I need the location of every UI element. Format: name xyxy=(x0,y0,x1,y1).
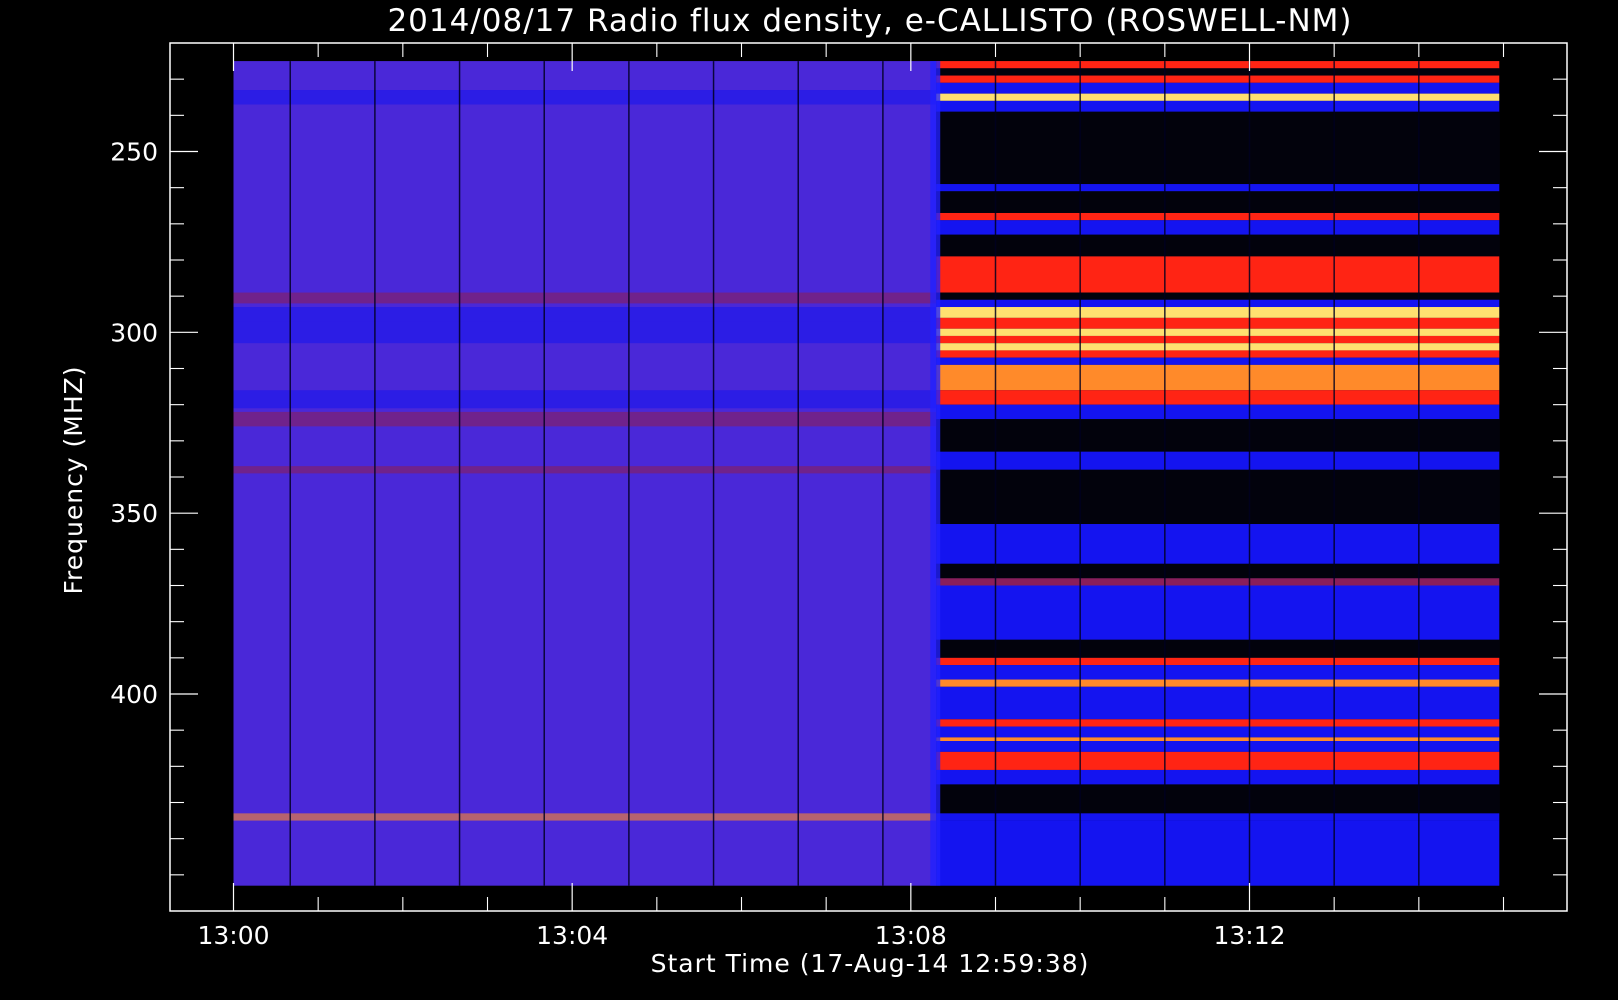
y-tick-label: 300 xyxy=(110,318,158,347)
burst-band xyxy=(936,82,1500,94)
quiet-band xyxy=(233,307,937,322)
y-tick-label: 350 xyxy=(110,499,158,528)
burst-band xyxy=(936,741,1500,752)
burst-band xyxy=(936,769,1500,785)
burst-band xyxy=(936,751,1500,770)
burst-band xyxy=(936,212,1500,221)
burst-band xyxy=(936,585,1500,640)
burst-band xyxy=(936,111,1500,185)
quiet-band xyxy=(233,390,937,409)
burst-band xyxy=(936,726,1500,738)
burst-band xyxy=(936,364,1500,391)
burst-band xyxy=(936,357,1500,365)
quiet-band xyxy=(233,321,937,344)
y-axis-label: Frequency (MHZ) xyxy=(59,365,88,594)
y-tick-label: 400 xyxy=(110,680,158,709)
x-tick-label: 13:08 xyxy=(875,921,947,950)
quiet-band xyxy=(233,292,937,304)
burst-band xyxy=(936,679,1500,687)
x-tick-label: 13:04 xyxy=(536,921,608,950)
burst-band xyxy=(936,737,1500,742)
burst-band xyxy=(936,307,1500,318)
quiet-band xyxy=(233,813,937,821)
burst-band xyxy=(936,578,1500,586)
burst-band xyxy=(936,100,1500,112)
burst-band xyxy=(936,335,1500,344)
x-tick-label: 13:12 xyxy=(1213,921,1285,950)
x-axis-label: Start Time (17-Aug-14 12:59:38) xyxy=(651,949,1090,978)
y-tick-label: 250 xyxy=(110,138,158,167)
quiet-band xyxy=(233,90,937,105)
burst-band xyxy=(936,390,1500,405)
burst-band xyxy=(936,234,1500,257)
burst-band xyxy=(936,343,1500,351)
burst-band xyxy=(936,784,1500,814)
burst-band xyxy=(936,813,1500,821)
burst-band xyxy=(936,419,1500,452)
burst-band xyxy=(936,299,1500,308)
quiet-band xyxy=(233,466,937,474)
burst-band xyxy=(936,657,1500,666)
burst-band xyxy=(936,256,1500,293)
burst-band xyxy=(936,563,1500,579)
burst-band xyxy=(936,292,1500,300)
burst-band xyxy=(936,75,1500,83)
burst-band xyxy=(936,686,1500,720)
burst-band xyxy=(936,350,1500,358)
burst-band xyxy=(936,820,1500,886)
burst-band xyxy=(936,317,1500,329)
burst-band xyxy=(936,524,1500,564)
burst-band xyxy=(936,220,1500,235)
burst-band xyxy=(936,184,1500,192)
burst-onset-edge xyxy=(930,61,941,886)
heatmap xyxy=(233,61,1500,886)
burst-band xyxy=(936,469,1500,525)
burst-band xyxy=(936,191,1500,213)
burst-band xyxy=(936,665,1500,680)
spectrogram-chart: 2014/08/17 Radio flux density, e-CALLIST… xyxy=(0,0,1618,1000)
quiet-band xyxy=(233,411,937,427)
burst-band xyxy=(936,639,1500,658)
burst-band xyxy=(936,328,1500,336)
burst-band xyxy=(936,61,1500,69)
burst-band xyxy=(936,68,1500,76)
chart-title: 2014/08/17 Radio flux density, e-CALLIST… xyxy=(387,3,1352,39)
burst-band xyxy=(936,404,1500,420)
burst-band xyxy=(936,451,1500,470)
burst-band xyxy=(936,719,1500,727)
burst-band xyxy=(936,93,1500,101)
x-tick-label: 13:00 xyxy=(197,921,269,950)
